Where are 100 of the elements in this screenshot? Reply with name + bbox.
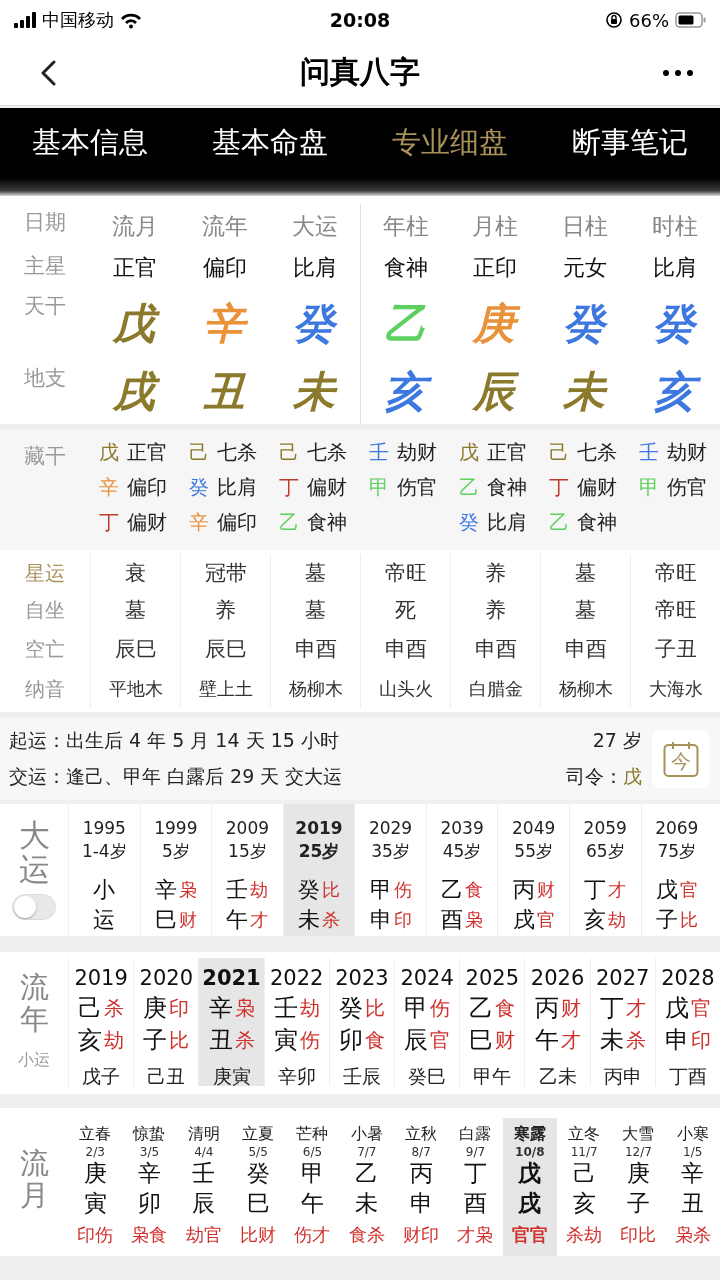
ten-god: 枭	[465, 908, 484, 932]
pillar-char: 丑	[208, 1025, 233, 1056]
month-column[interactable]: 芒种 6/5 甲 午 伤才	[285, 1118, 340, 1256]
luck-period-column[interactable]: 2069 75岁 戊官 子 比	[640, 804, 713, 936]
solar-term: 清明	[187, 1124, 220, 1145]
column-header: 日柱	[562, 211, 608, 241]
year-column[interactable]: 2026 丙财 午才 乙未	[524, 958, 590, 1086]
month-column[interactable]: 寒露 10/8 戊 戌 官官	[502, 1118, 557, 1256]
ten-god: 财	[495, 1026, 516, 1054]
luck-period-column[interactable]: 2019 25岁 癸 比 未杀	[282, 804, 355, 936]
pillar-char: 巳	[469, 1025, 494, 1056]
ten-god: 才	[250, 908, 269, 932]
pillar-char: 己	[78, 993, 103, 1024]
month-column[interactable]: 小寒 1/5 辛 丑 枭杀	[665, 1118, 720, 1256]
month-column[interactable]: 惊蛰 3/5 辛 卯 枭食	[122, 1118, 177, 1256]
pillar-char: 辛	[154, 876, 177, 904]
hidden-stem: 甲	[639, 474, 659, 501]
luck-period-column[interactable]: 2009 15岁 壬劫 午才	[211, 804, 283, 936]
luck-period-column[interactable]: 2029 35岁 甲 伤 申 印	[354, 804, 426, 936]
rotation-lock-icon	[605, 11, 623, 29]
solar-term: 小暑	[350, 1124, 383, 1145]
year-column[interactable]: 2019 己 杀 亥劫 戊子	[68, 958, 134, 1086]
date-text: 11/7	[570, 1145, 598, 1159]
heavenly-stem: 乙	[382, 297, 427, 350]
row-label: 纳音	[24, 675, 66, 703]
pillar-char: 丁	[599, 993, 624, 1024]
solar-term: 芒种	[296, 1124, 329, 1145]
year-column[interactable]: 2023 癸比 卯食 壬辰	[328, 958, 394, 1086]
page-title: 问真八字	[298, 53, 421, 91]
table-value: 杨柳木	[288, 677, 343, 701]
pillar-char: 未	[297, 906, 320, 934]
luck-period-column[interactable]: 2049 55岁 丙 财 戌官	[497, 804, 569, 936]
ten-god: 比肩	[487, 509, 527, 536]
pillar-char: 庚	[83, 1159, 107, 1188]
solar-term: 惊蛰	[133, 1124, 166, 1145]
month-column[interactable]: 立秋 8/7 丙 申 财印	[393, 1118, 449, 1256]
heavenly-stem: 癸	[557, 296, 613, 352]
year-column[interactable]: 2021 辛枭 丑杀 庚寅	[198, 958, 264, 1086]
hidden-stem: 乙	[549, 509, 569, 536]
luck-period-column[interactable]: 1995 1-4岁 小 运	[68, 804, 140, 936]
minor-luck-text: 丁酉	[668, 1064, 707, 1089]
table-value: 墓	[125, 597, 146, 624]
ten-god: 印	[393, 908, 412, 932]
month-column[interactable]: 立冬 11/7 己 亥 杀劫	[556, 1118, 612, 1256]
ten-god: 食杀	[348, 1222, 385, 1247]
hidden-stem: 丁	[549, 474, 569, 501]
date-text: 3/5	[139, 1145, 160, 1159]
row-label: 藏干	[23, 443, 67, 470]
pillar-char: 运	[93, 906, 116, 934]
year-column[interactable]: 2024 甲 伤 辰官 癸巳	[394, 958, 460, 1086]
row-label: 小运	[18, 1049, 50, 1071]
luck-period-column[interactable]: 1999 5岁 辛枭 巳 财	[139, 804, 212, 936]
ten-god: 财	[560, 994, 581, 1022]
date-text: 10/8	[515, 1145, 545, 1159]
table-value: 辰巳	[114, 636, 157, 663]
toggle-switch[interactable]	[12, 894, 56, 921]
ten-god: 比	[321, 878, 340, 902]
month-column[interactable]: 立春 2/3 庚 寅 印伤	[68, 1118, 123, 1256]
month-column[interactable]: 立夏 5/5 癸 巳 比财	[231, 1118, 286, 1256]
pillar-char: 壬	[192, 1159, 216, 1188]
luck-period-column[interactable]: 2039 45岁 乙 食 酉枭	[425, 804, 498, 936]
age-text: 55岁	[514, 840, 553, 863]
ten-god: 才	[560, 1026, 581, 1054]
ten-god: 杀	[625, 1026, 646, 1054]
hidden-stem: 乙	[459, 474, 479, 501]
pillar-char: 午	[300, 1188, 324, 1218]
ten-god: 正官	[487, 439, 527, 466]
earthly-branch: 丑	[202, 365, 247, 418]
pillar-char: 戊	[655, 876, 678, 904]
year-column[interactable]: 2027 丁才 未杀 丙申	[589, 958, 655, 1086]
pillar-char: 丙	[534, 993, 559, 1024]
pillar-char: 戌	[518, 1188, 542, 1218]
hidden-stem: 己	[189, 439, 209, 466]
earthly-branch: 未	[557, 364, 613, 420]
table-value: 平地木	[108, 677, 163, 701]
month-column[interactable]: 白露 9/7 丁 酉 才枭	[448, 1118, 503, 1256]
year-column[interactable]: 2028 戊官 申 印 丁酉	[654, 958, 720, 1086]
month-column[interactable]: 清明 4/4 壬 辰 劫官	[176, 1118, 231, 1256]
hidden-stem: 乙	[279, 509, 299, 536]
age-text: 27 岁	[592, 728, 642, 753]
pillar-char: 乙	[469, 993, 494, 1024]
pillar-char: 辛	[681, 1159, 705, 1188]
year-column[interactable]: 2025 乙食 巳 财 甲午	[459, 958, 525, 1086]
pillar-char: 巳	[154, 906, 177, 934]
solar-term: 寒露	[513, 1124, 546, 1145]
table-value: 帝旺	[654, 597, 697, 624]
year-column[interactable]: 2022 壬劫 寅伤 辛卯	[263, 958, 329, 1086]
table-value: 申酉	[294, 636, 337, 663]
ten-god: 枭	[234, 994, 255, 1022]
year-text: 1995	[82, 818, 126, 838]
ten-god: 枭	[178, 878, 197, 902]
pillar-char: 小	[93, 876, 116, 904]
month-column[interactable]: 小暑 7/7 乙 未 食杀	[339, 1118, 394, 1256]
luck-period-column[interactable]: 2059 65岁 丁才 亥劫	[568, 804, 641, 936]
earthly-branch: 亥	[377, 364, 434, 420]
field-label: 起运：	[9, 728, 66, 753]
date-text: 6/5	[302, 1145, 323, 1159]
ten-god: 印	[690, 1026, 711, 1054]
minor-luck-text: 庚寅	[212, 1064, 251, 1089]
month-column[interactable]: 大雪 12/7 庚 子 印比	[611, 1118, 666, 1256]
